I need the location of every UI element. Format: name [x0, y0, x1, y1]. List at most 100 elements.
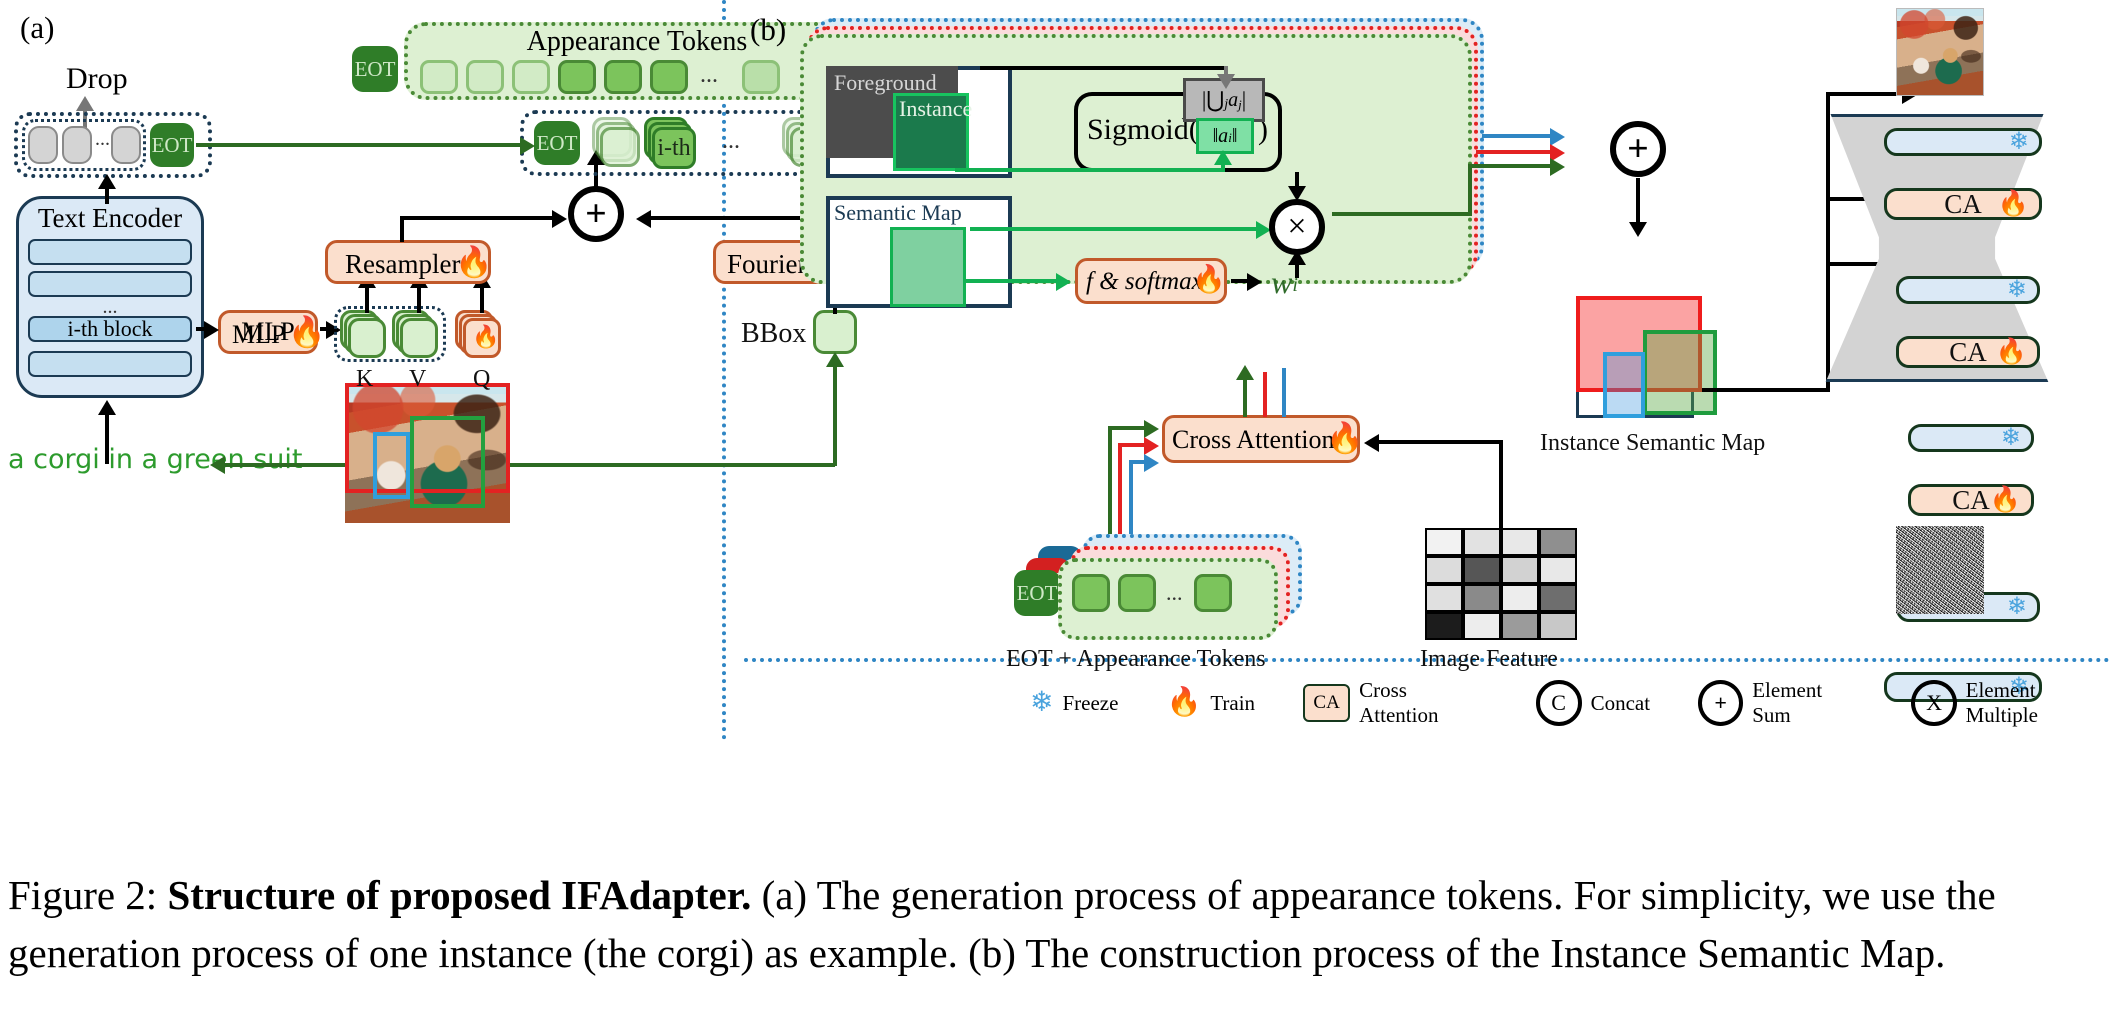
q-label: Q [473, 366, 491, 392]
feature-cell [1463, 584, 1501, 612]
feature-cell [1539, 556, 1577, 584]
image-to-bbox-head [826, 352, 844, 367]
sum-symbol: + [585, 193, 607, 235]
legend-item-element-sum: + Element Sum [1698, 678, 1863, 728]
foreground-to-sigmoid-head [1217, 74, 1235, 89]
ism-to-unet-v [1826, 92, 1830, 392]
unet-block-ca-1: CA 🔥 [1884, 188, 2042, 220]
ca-out-blue [1282, 368, 1286, 417]
cross-attention-label: Cross Attention [1172, 425, 1335, 454]
legend-label: Element Multiple [1965, 678, 2038, 727]
unet-block-frozen-3: ❄ [1908, 424, 2034, 452]
semantic-to-fsoftmax-head [1056, 273, 1071, 291]
appearance-token-chip [420, 60, 458, 94]
sum-to-ism-head [1629, 222, 1647, 237]
prompt-to-encoder-head [98, 400, 116, 415]
caption-bold: Structure of proposed IFAdapter. [167, 872, 752, 918]
instance-to-denominator-head [1214, 150, 1232, 165]
feature-cell [1501, 528, 1539, 556]
tokens-blue-to-ca-v [1129, 460, 1133, 538]
stack-green-to-sum-line [1332, 212, 1472, 216]
stack-red-to-sum-line [1476, 150, 1556, 154]
weight-label: w [1271, 264, 1293, 300]
appearance-token-chip [466, 60, 504, 94]
feature-cell [1539, 528, 1577, 556]
bbox-chip [813, 310, 857, 354]
figure-caption: Figure 2: Structure of proposed IFAdapte… [8, 866, 2108, 982]
tokens-blue-to-ca-head [1144, 454, 1159, 472]
eot-appearance-caption: EOT + Appearance Tokens [1006, 646, 1266, 672]
unet-block-frozen-2: ❄ [1896, 276, 2040, 304]
sigmoid-numerator-close: | [1241, 87, 1247, 112]
resampler-label: Resampler [345, 249, 461, 279]
panel-a-label: (a) [20, 10, 55, 45]
flame-icon: 🔥 [472, 324, 500, 349]
unet-block-ca-2: CA 🔥 [1896, 336, 2040, 368]
bbox-blue [373, 432, 410, 499]
tokens-green-to-ca-head [1144, 420, 1159, 438]
legend-item-concat: C Concat [1535, 680, 1651, 726]
multiply-circle-icon: X [1911, 680, 1957, 726]
text-token-chip [62, 126, 92, 164]
bbox-green [410, 416, 485, 508]
stack-blue-to-sum-line [1482, 134, 1556, 138]
appearance-token-chip [604, 60, 642, 94]
tokens-red-to-ca-v [1118, 447, 1122, 542]
feature-cell [1539, 612, 1577, 640]
stack-green-to-sum-line2 [1468, 164, 1556, 168]
unet-ca-label: CA [1944, 188, 1982, 219]
mlp-label-text: MLP [232, 320, 286, 349]
ism-green-region [1643, 330, 1717, 415]
feature-to-ca-h [1378, 440, 1503, 444]
unet-ca-label: CA [1952, 484, 1990, 515]
snowflake-icon: ❄ [1030, 687, 1054, 718]
ism-blue-region [1603, 352, 1645, 418]
sigmoid-to-multiply-head [1288, 186, 1306, 201]
text-encoder-layer [28, 351, 192, 377]
unet-ca-label: CA [1949, 336, 1987, 367]
appearance-token-chip [558, 60, 596, 94]
flame-icon: 🔥 [288, 316, 326, 349]
snowflake-icon: ❄ [2006, 594, 2027, 620]
token-chip-green [1194, 574, 1232, 612]
fourier-to-sum-h [648, 216, 808, 220]
fourier-to-sum-head [636, 210, 651, 228]
feature-to-ca-head [1364, 434, 1379, 452]
multiply-symbol: × [1287, 208, 1307, 245]
snowflake-icon: ❄ [2008, 129, 2029, 155]
text-encoder-ith-block-label: i-th block [67, 316, 153, 341]
token-chip-green [1118, 574, 1156, 612]
ca-out-green-head [1236, 365, 1254, 380]
eot-transfer-head [520, 137, 535, 155]
appearance-token-chip [512, 60, 550, 94]
token-chip-green [1072, 574, 1110, 612]
feature-cell [1463, 556, 1501, 584]
image-to-bbox-line-v [833, 362, 837, 466]
feature-cell [1425, 528, 1463, 556]
f-softmax-label: f & softmax [1086, 268, 1203, 295]
semantic-map-region [890, 227, 966, 307]
feature-cell [1425, 584, 1463, 612]
semantic-map-label: Semantic Map [834, 200, 962, 225]
image-to-prompt-head [210, 456, 225, 474]
text-token-chip [111, 126, 141, 164]
caption-prefix: Figure 2: [8, 872, 168, 918]
resampler-to-sum-head [552, 210, 567, 228]
foreground-to-sigmoid-h [980, 66, 1228, 70]
sigmoid-label: Sigmoid( [1087, 113, 1199, 146]
image-feature-grid [1425, 528, 1577, 640]
instance-token-stack-front [600, 127, 640, 167]
legend-label: Concat [1590, 690, 1651, 715]
ca-out-green [1243, 375, 1247, 417]
element-sum-symbol: + [1627, 128, 1649, 170]
flame-icon: 🔥 [1989, 486, 2021, 514]
ism-to-unet-h [1702, 388, 1830, 392]
sigmoid-numerator-open: |⋃ [1201, 87, 1225, 112]
legend-label: Element Sum [1752, 678, 1823, 727]
image-feature-caption: Image Feature [1420, 646, 1558, 672]
token-chip-green-ellipsis: ... [1166, 580, 1183, 605]
feature-cell [1425, 556, 1463, 584]
flame-icon: 🔥 [1166, 687, 1202, 718]
text-token-chip [28, 126, 58, 164]
tokens-green-to-ca-v [1108, 426, 1112, 548]
